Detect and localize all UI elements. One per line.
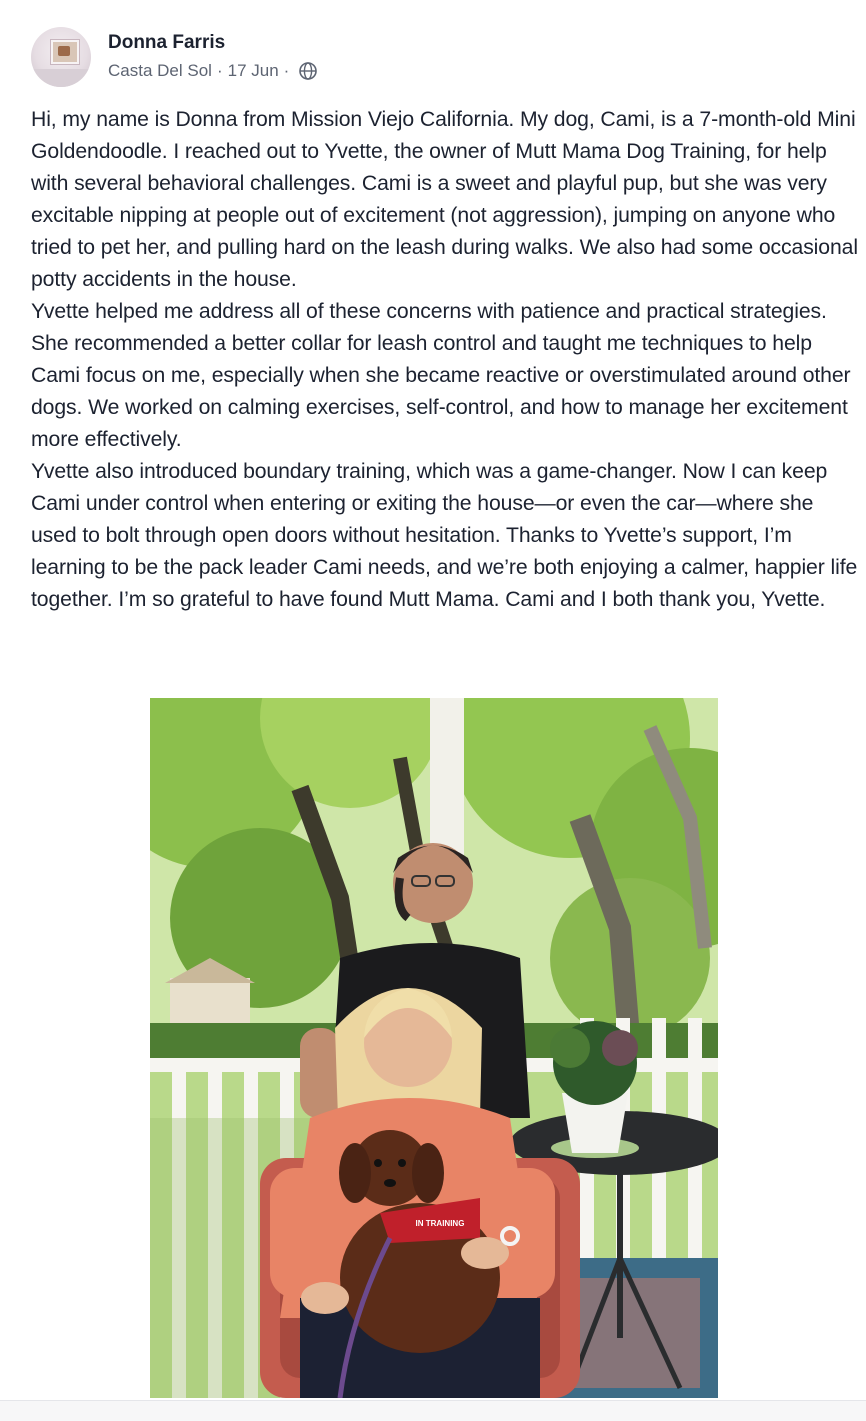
post-photo[interactable]: IN TRAINING — [150, 698, 718, 1398]
bottom-divider-bar — [0, 1400, 866, 1421]
post-header: Donna Farris Casta Del Sol · 17 Jun · — [31, 27, 318, 87]
harness-label: IN TRAINING — [416, 1219, 465, 1228]
author-avatar[interactable] — [31, 27, 91, 87]
group-name[interactable]: Casta Del Sol — [108, 58, 212, 84]
post-subline: Casta Del Sol · 17 Jun · — [108, 58, 318, 84]
post-date[interactable]: 17 Jun — [228, 58, 279, 84]
meta-separator: · — [216, 61, 223, 80]
meta-separator: · — [283, 61, 290, 80]
author-name[interactable]: Donna Farris — [108, 30, 318, 56]
post-paragraph: Yvette also introduced boundary training… — [31, 460, 858, 611]
photo-illustration: IN TRAINING — [150, 698, 718, 1398]
post-card: Donna Farris Casta Del Sol · 17 Jun · Hi… — [0, 0, 866, 1400]
post-meta: Donna Farris Casta Del Sol · 17 Jun · — [108, 30, 318, 84]
post-body: Hi, my name is Donna from Mission Viejo … — [31, 104, 861, 616]
post-paragraph: Hi, my name is Donna from Mission Viejo … — [31, 108, 858, 291]
post-paragraph: Yvette helped me address all of these co… — [31, 300, 851, 451]
globe-icon — [299, 62, 318, 80]
